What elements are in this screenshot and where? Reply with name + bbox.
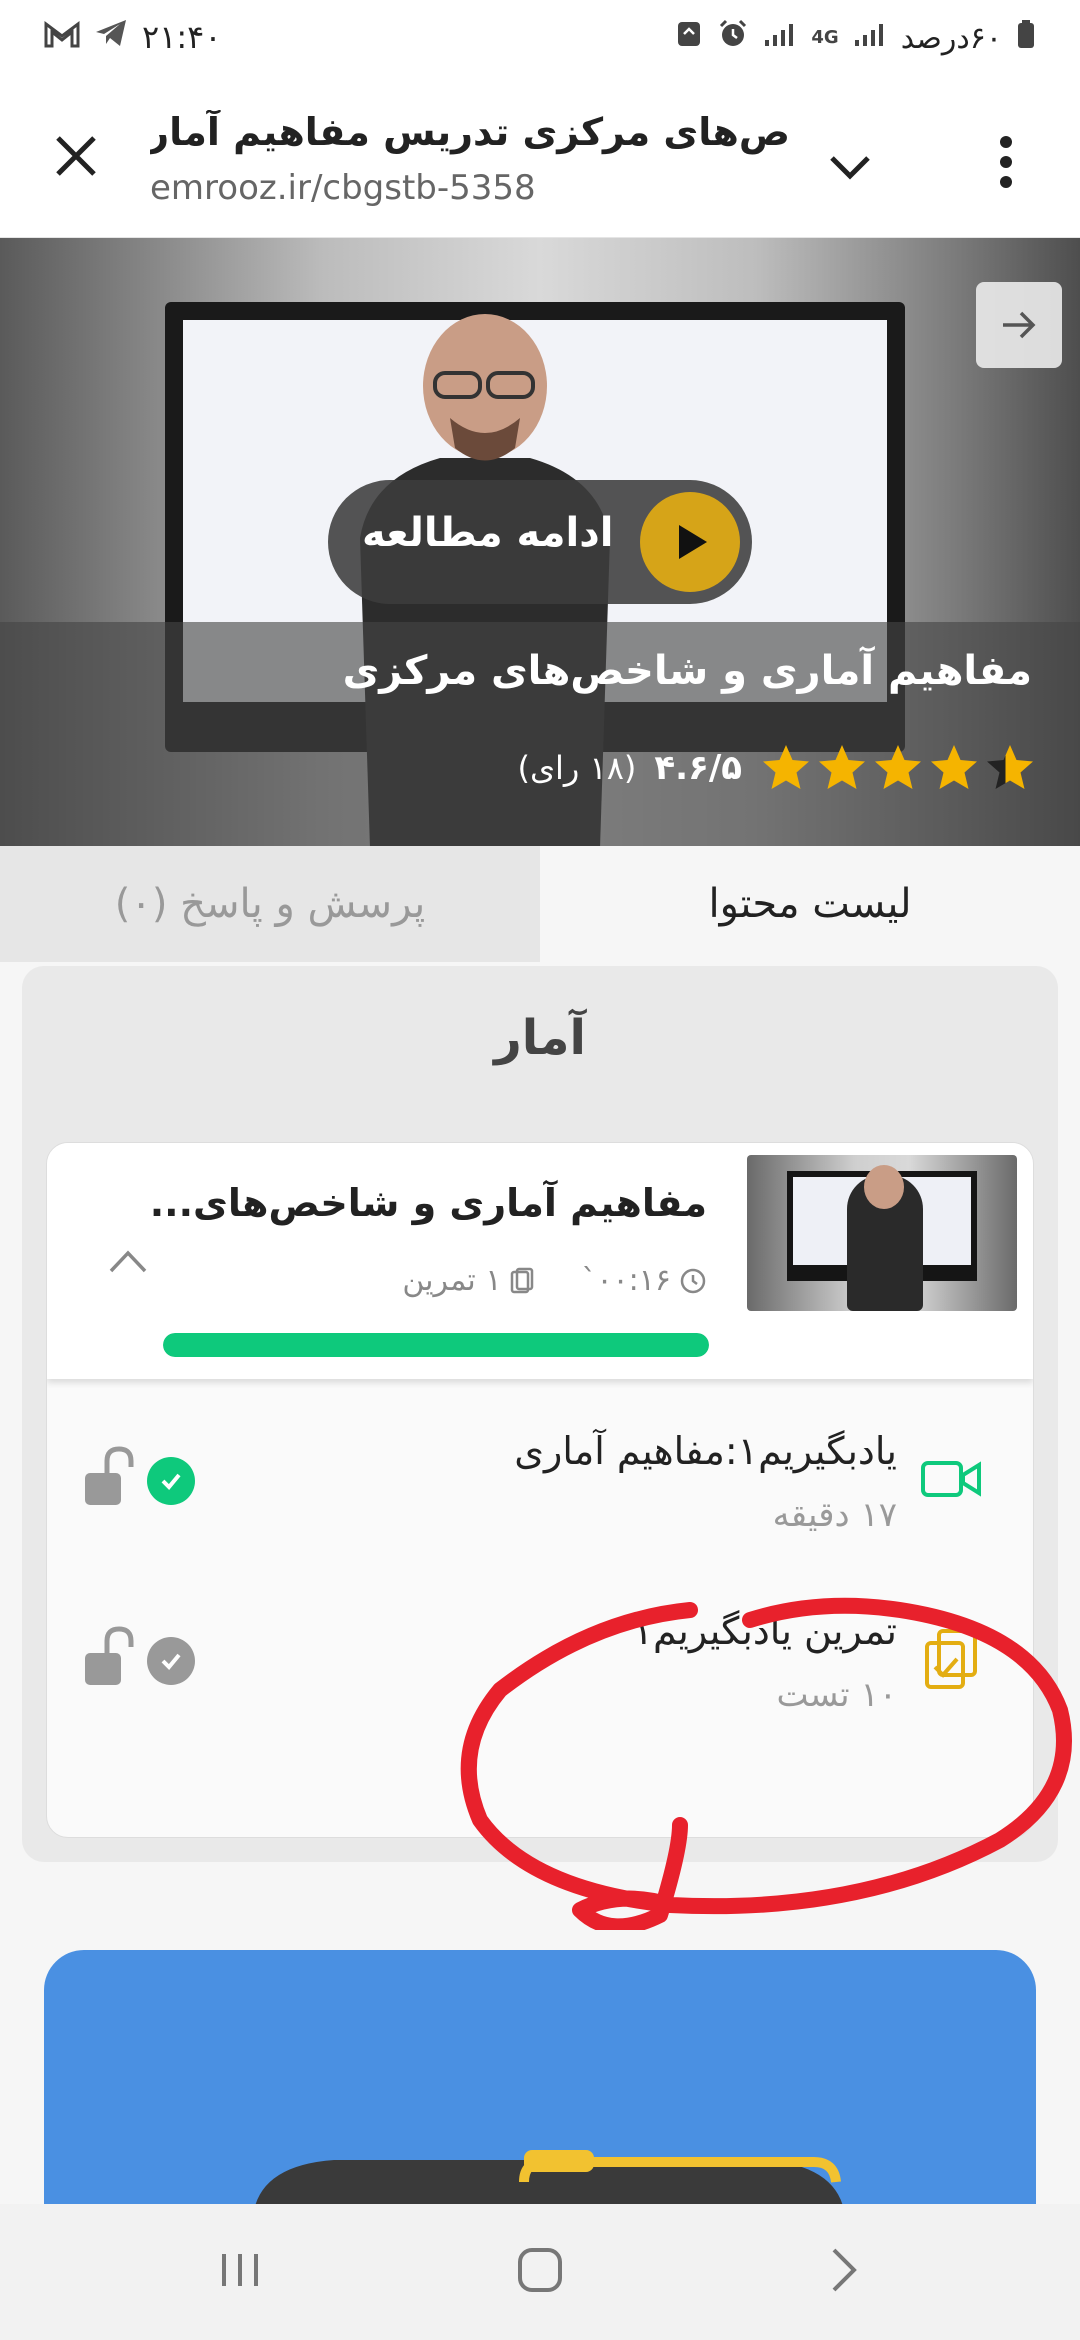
star-icon [875, 745, 921, 789]
clock-time: ۲۱:۴۰ [142, 18, 222, 56]
signal-icon [763, 21, 797, 56]
rating-score: ۴.۶/۵ [654, 748, 742, 788]
recent-apps-icon[interactable] [210, 2240, 270, 2300]
item-title: تمرین یادبگیریم۱ [632, 1609, 897, 1653]
star-icon [987, 745, 1033, 789]
course-rating: (۱۸ رای) ۴.۶/۵ [518, 742, 1037, 794]
star-icon [931, 745, 977, 789]
tab-questions[interactable]: پرسش و پاسخ (۰) [0, 846, 540, 962]
item-subtitle: ۱۷ دقیقه [772, 1495, 897, 1535]
battery-icon [1016, 19, 1036, 57]
promo-card[interactable] [44, 1950, 1036, 2210]
back-icon[interactable] [812, 2240, 872, 2300]
rating-votes: (۱۸ رای) [517, 749, 637, 787]
chevron-up-icon[interactable] [103, 1243, 153, 1279]
star-icon [763, 745, 809, 789]
unlock-icon [81, 1625, 137, 1689]
star-icon [819, 745, 865, 789]
gmail-icon [44, 18, 80, 56]
content-tabs: پرسش و پاسخ (۰) لیست محتوا [0, 846, 1080, 962]
item-title: یادبگیریم۱:مفاهیم آماری [514, 1429, 897, 1473]
lesson-progress-fill [163, 1333, 709, 1357]
clock-icon [680, 1268, 706, 1293]
lesson-progress-bar [163, 1333, 709, 1357]
check-circle-icon [147, 1457, 195, 1505]
course-info-band: مفاهیم آماری و شاخص‌های مرکزی (۱۸ رای) ۴… [0, 622, 1080, 846]
sync-icon [675, 19, 703, 57]
lesson-meta: ۰۰:۱۶` ۱ تمرین [402, 1263, 707, 1298]
continue-study-label: ادامه مطالعه [362, 510, 614, 556]
alarm-icon [717, 18, 749, 58]
exercise-icon [511, 1267, 534, 1293]
next-arrow-button[interactable] [976, 282, 1062, 368]
video-camera-icon [919, 1445, 985, 1511]
status-bar: ۲۱:۴۰ 4G ۶۰درصد [0, 0, 1080, 88]
browser-address-bar: ص‌های مرکزی تدریس مفاهیم آماری و emrooz.… [0, 88, 1080, 238]
stats-card: آمار مفاهیم آماری و شاخص‌های... ۰۰:۱۶` ۱… [22, 966, 1058, 1862]
list-item-video[interactable]: یادبگیریم۱:مفاهیم آماری ۱۷ دقیقه [47, 1399, 1033, 1569]
home-icon[interactable] [510, 2240, 570, 2300]
signal-icon-2 [853, 21, 887, 56]
close-icon[interactable] [48, 128, 104, 184]
lesson-exercises: ۱ تمرین [402, 1263, 502, 1298]
arrow-right-icon [1003, 311, 1036, 339]
page-url[interactable]: emrooz.ir/cbgstb-5358 [150, 168, 536, 208]
lesson-card: مفاهیم آماری و شاخص‌های... ۰۰:۱۶` ۱ تمری… [46, 1142, 1034, 1838]
rating-stars [760, 742, 1036, 794]
check-circle-icon [147, 1637, 195, 1685]
lesson-title: مفاهیم آماری و شاخص‌های... [149, 1181, 707, 1225]
stats-heading: آمار [494, 1010, 586, 1066]
lesson-header[interactable]: مفاهیم آماری و شاخص‌های... ۰۰:۱۶` ۱ تمری… [47, 1143, 1033, 1379]
system-nav-bar [0, 2204, 1080, 2340]
play-icon [640, 492, 740, 592]
battery-text: ۶۰درصد [900, 20, 1002, 56]
course-video-banner[interactable]: ادامه مطالعه مفاهیم آماری و شاخص‌های مرک… [0, 238, 1080, 846]
chevron-down-icon[interactable] [822, 140, 878, 196]
item-subtitle: ۱۰ تست [776, 1675, 897, 1715]
page-title: ص‌های مرکزی تدریس مفاهیم آماری و [150, 110, 790, 154]
more-menu-icon[interactable] [988, 130, 1024, 194]
network-type: 4G [811, 27, 839, 48]
course-title: مفاهیم آماری و شاخص‌های مرکزی [342, 648, 1032, 694]
exercise-clipboard-icon [919, 1625, 985, 1691]
continue-study-button[interactable]: ادامه مطالعه [328, 480, 752, 604]
telegram-icon [94, 18, 128, 56]
lesson-thumbnail [747, 1155, 1017, 1311]
unlock-icon [81, 1445, 137, 1509]
lesson-duration: ۰۰:۱۶` [581, 1263, 671, 1298]
list-item-exercise[interactable]: تمرین یادبگیریم۱ ۱۰ تست [47, 1579, 1033, 1749]
product-illustration [254, 2150, 844, 2210]
tab-content-list[interactable]: لیست محتوا [540, 846, 1080, 962]
